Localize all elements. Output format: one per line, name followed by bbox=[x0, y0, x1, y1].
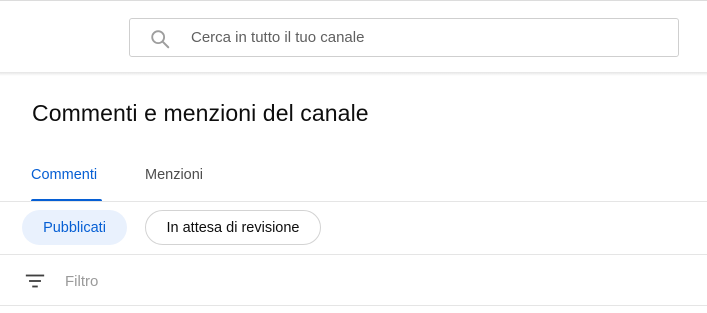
tab-label: Menzioni bbox=[145, 167, 204, 183]
filter-divider bbox=[0, 305, 707, 306]
filter-icon[interactable] bbox=[24, 270, 46, 292]
filter-bar bbox=[0, 255, 707, 305]
header-shadow bbox=[0, 72, 707, 76]
page: Commenti e menzioni del canale Commenti … bbox=[0, 0, 707, 313]
tab-bar: Commenti Menzioni bbox=[0, 160, 707, 202]
chip-pubblicati[interactable]: Pubblicati bbox=[22, 210, 127, 245]
page-title: Commenti e menzioni del canale bbox=[32, 100, 369, 126]
search-box[interactable] bbox=[129, 18, 679, 57]
tab-menzioni[interactable]: Menzioni bbox=[145, 160, 209, 202]
search-icon bbox=[151, 30, 170, 49]
tab-label: Commenti bbox=[31, 167, 98, 183]
filter-input[interactable] bbox=[65, 268, 465, 294]
top-bar bbox=[0, 1, 707, 72]
tabs-divider bbox=[0, 201, 707, 202]
tab-commenti[interactable]: Commenti bbox=[31, 160, 102, 202]
search-input[interactable] bbox=[191, 19, 661, 56]
chip-in-attesa-di-revisione[interactable]: In attesa di revisione bbox=[145, 210, 321, 245]
